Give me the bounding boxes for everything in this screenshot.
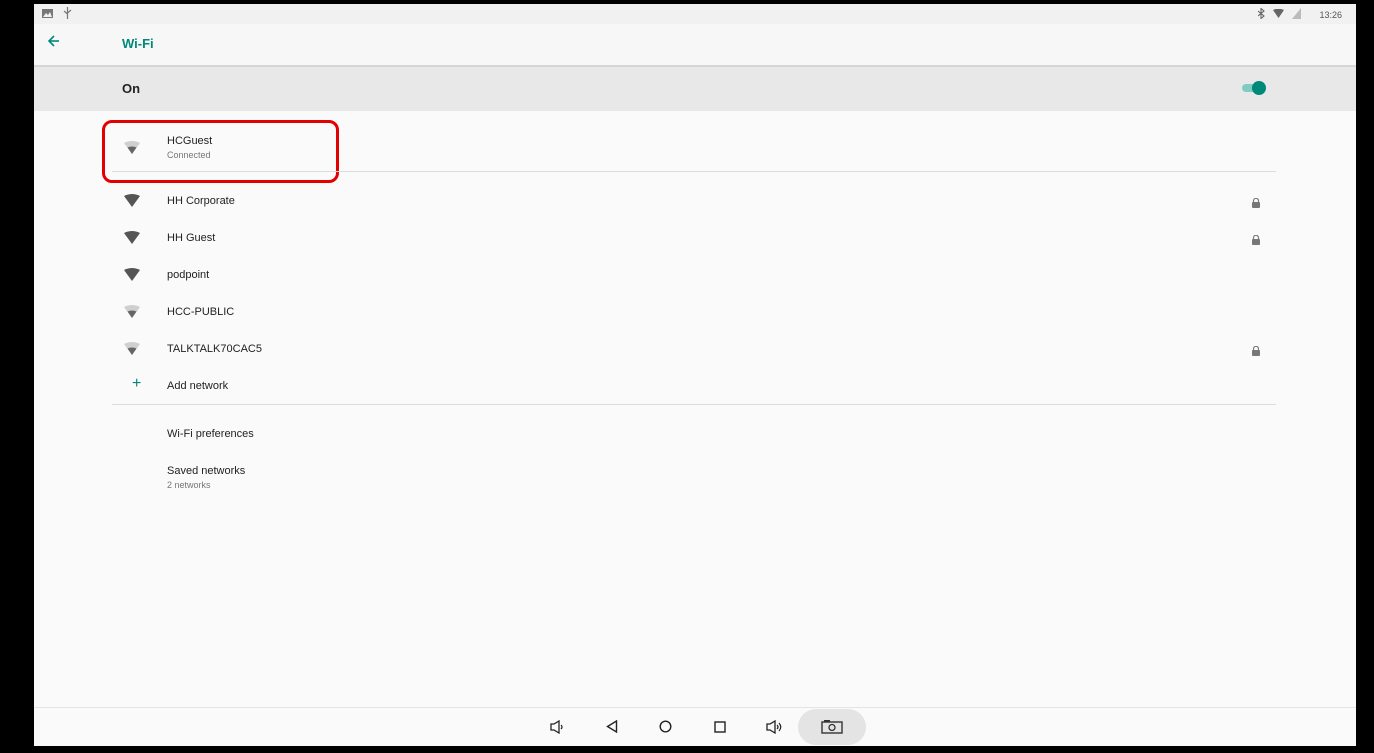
status-bar: 13:26 [34, 4, 1356, 24]
network-name: TALKTALK70CAC5 [167, 343, 262, 355]
battery-icon [1292, 8, 1302, 21]
plus-icon: + [132, 375, 142, 392]
volume-up-icon[interactable] [766, 719, 786, 739]
status-time: 13:26 [1319, 9, 1342, 20]
navigation-bar [34, 707, 1356, 746]
add-network-label: Add network [167, 380, 229, 392]
network-name: HH Guest [167, 232, 216, 244]
lock-icon [1252, 232, 1260, 250]
image-icon [42, 8, 53, 20]
wifi-icon [1273, 8, 1285, 20]
divider [112, 171, 1276, 172]
app-bar: Wi-Fi [34, 24, 1356, 67]
saved-networks-count: 2 networks [167, 480, 211, 490]
wifi-signal-full-icon [124, 231, 140, 249]
page-title: Wi-Fi [122, 36, 154, 51]
network-name: HCC-PUBLIC [167, 306, 235, 318]
wifi-signal-weak-icon [124, 342, 140, 360]
wifi-toggle[interactable] [1242, 81, 1266, 95]
screenshot-button[interactable] [798, 709, 866, 745]
arrow-left-icon[interactable] [47, 34, 60, 52]
back-icon[interactable] [606, 719, 618, 738]
network-name: HH Corporate [167, 195, 235, 207]
switch-label: On [122, 81, 141, 96]
network-item-hh-guest[interactable]: HH Guest [114, 225, 1276, 251]
network-item-talktalk70cac5[interactable]: TALKTALK70CAC5 [114, 336, 1276, 362]
highlight-box [102, 120, 339, 183]
wifi-master-switch-bar[interactable]: On [34, 67, 1356, 111]
wifi-preferences-label: Wi-Fi preferences [167, 428, 254, 440]
divider [112, 404, 1276, 405]
home-icon[interactable] [659, 720, 672, 738]
network-item-hh-corporate[interactable]: HH Corporate [114, 188, 1276, 214]
bluetooth-icon [1258, 7, 1266, 21]
network-item-podpoint[interactable]: podpoint [114, 262, 1276, 288]
saved-networks-label: Saved networks [167, 465, 246, 477]
toggle-thumb [1252, 81, 1266, 95]
wifi-signal-weak-icon [124, 305, 140, 323]
recents-icon[interactable] [714, 720, 726, 738]
screen: 13:26 Wi-Fi On HCGuest Connected HH Corp… [34, 4, 1356, 746]
screenshot-icon [821, 720, 843, 739]
volume-down-icon[interactable] [550, 719, 564, 739]
wifi-signal-full-icon [124, 268, 140, 286]
wifi-signal-full-icon [124, 194, 140, 212]
lock-icon [1252, 195, 1260, 213]
usb-icon [63, 7, 72, 21]
network-name: podpoint [167, 269, 210, 281]
add-network-button[interactable]: + Add network [114, 373, 1276, 399]
saved-networks-item[interactable]: Saved networks 2 networks [114, 458, 1276, 496]
network-item-hcc-public[interactable]: HCC-PUBLIC [114, 299, 1276, 325]
wifi-preferences-item[interactable]: Wi-Fi preferences [114, 421, 1276, 447]
lock-icon [1252, 343, 1260, 361]
